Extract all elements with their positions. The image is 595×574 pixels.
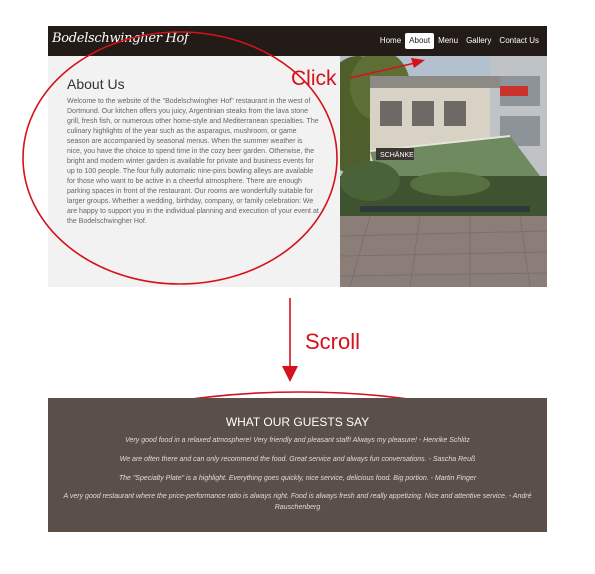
about-title: About Us	[67, 76, 125, 92]
restaurant-website-top: Bodelschwingher Hof Home About Menu Gall…	[48, 26, 547, 287]
nav-about[interactable]: About	[405, 33, 435, 49]
scroll-arrowhead	[282, 366, 298, 382]
testimonial-quote: The "Specialty Plate" is a highlight. Ev…	[118, 475, 477, 482]
navbar: Bodelschwingher Hof Home About Menu Gall…	[48, 26, 547, 56]
click-annotation-label: Click	[291, 67, 337, 90]
nav-contact[interactable]: Contact Us	[495, 33, 543, 49]
restaurant-photo: SCHÄNKE	[340, 56, 547, 287]
restaurant-photo-image: SCHÄNKE	[340, 56, 547, 287]
photo-sign-text: SCHÄNKE	[380, 151, 414, 159]
testimonials-title: WHAT OUR GUESTS SAY	[225, 415, 370, 429]
about-text: Welcome to the website of the "Bodelschw…	[67, 98, 319, 225]
brand-logo[interactable]: Bodelschwingher Hof	[52, 31, 189, 46]
nav-gallery[interactable]: Gallery	[462, 33, 495, 49]
testimonial-quote: We are often there and can only recommen…	[119, 456, 476, 463]
testimonials-section: WHAT OUR GUESTS SAY Very good food in a …	[48, 398, 547, 532]
nav-menu-link[interactable]: Menu	[434, 33, 462, 49]
nav-menu: Home About Menu Gallery Contact Us	[376, 33, 543, 49]
scroll-annotation-label: Scroll	[305, 329, 361, 354]
testimonial-quote: A very good restaurant where the price-p…	[63, 493, 532, 511]
testimonial-quote: Very good food in a relaxed atmosphere! …	[125, 437, 470, 444]
nav-home[interactable]: Home	[376, 33, 405, 49]
